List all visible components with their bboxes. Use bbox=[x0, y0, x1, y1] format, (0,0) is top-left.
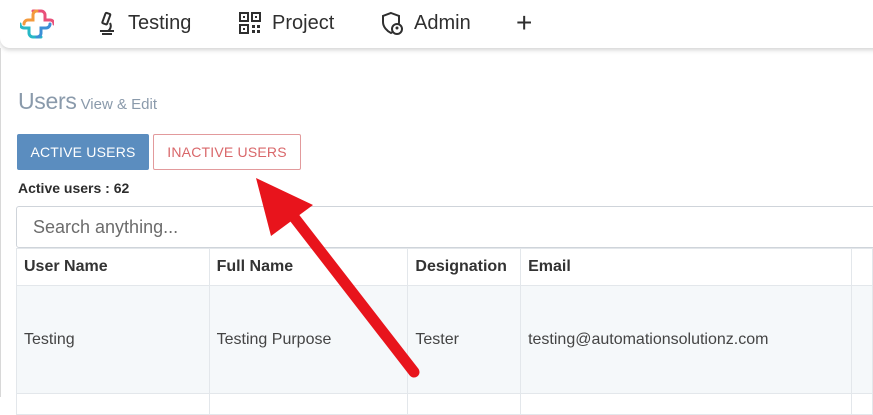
add-button[interactable]: + bbox=[516, 0, 532, 46]
inactive-users-button[interactable]: INACTIVE USERS bbox=[153, 134, 301, 170]
page-subtitle: View & Edit bbox=[80, 96, 157, 113]
table-header-row: User Name Full Name Designation Email bbox=[16, 248, 873, 286]
nav-project[interactable]: Project bbox=[238, 0, 334, 46]
top-navbar: Testing Project Admin + bbox=[0, 0, 873, 48]
page-header: Users View & Edit bbox=[18, 88, 157, 115]
nav-testing[interactable]: Testing bbox=[96, 0, 191, 46]
column-header-full-name[interactable]: Full Name bbox=[208, 248, 409, 286]
cell-email: testing@automationsolutionz.com bbox=[520, 285, 853, 394]
qr-code-icon bbox=[239, 12, 261, 34]
plus-icon: + bbox=[516, 7, 533, 38]
nav-project-label: Project bbox=[272, 11, 335, 34]
app-logo-icon[interactable] bbox=[20, 7, 54, 41]
nav-admin-label: Admin bbox=[414, 11, 471, 34]
table-row[interactable]: Testing Testing Purpose Tester testing@a… bbox=[16, 285, 873, 394]
page-title: Users bbox=[18, 88, 77, 114]
cell-extra bbox=[851, 285, 873, 394]
column-header-extra bbox=[851, 248, 873, 286]
nav-admin[interactable]: Admin bbox=[380, 0, 471, 46]
cell-full-name: Testing Purpose bbox=[208, 285, 409, 394]
shield-user-icon bbox=[382, 11, 403, 35]
column-header-user-name[interactable]: User Name bbox=[16, 248, 210, 286]
active-users-count: Active users : 62 bbox=[18, 180, 130, 196]
microscope-icon bbox=[100, 11, 114, 35]
active-users-button[interactable]: ACTIVE USERS bbox=[17, 134, 149, 170]
cell-designation: Tester bbox=[407, 285, 522, 394]
left-border bbox=[0, 48, 1, 397]
column-header-designation[interactable]: Designation bbox=[407, 248, 522, 286]
nav-testing-label: Testing bbox=[128, 11, 192, 34]
cell-user-name: Testing bbox=[16, 285, 210, 394]
search-input[interactable] bbox=[16, 206, 873, 248]
column-header-email[interactable]: Email bbox=[520, 248, 853, 286]
users-table: User Name Full Name Designation Email Te… bbox=[16, 248, 873, 415]
